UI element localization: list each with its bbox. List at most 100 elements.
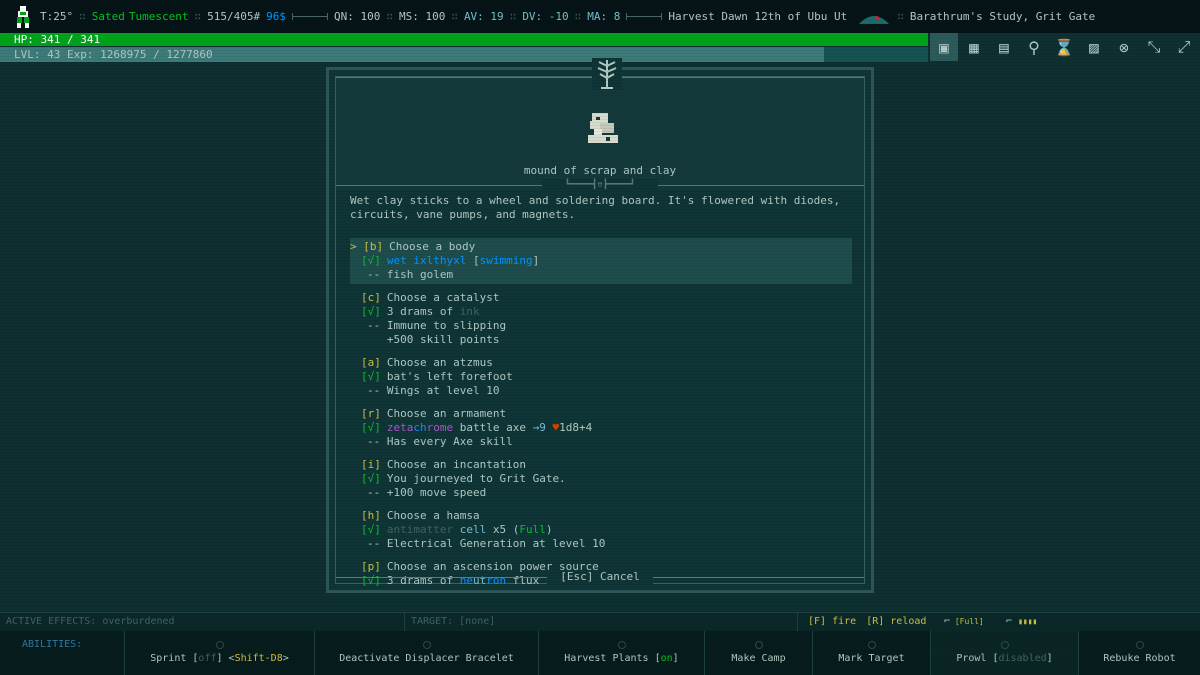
text-fragment: ne — [459, 574, 473, 587]
state-status: Tumescent — [128, 10, 189, 23]
ability-slot-icon — [1135, 641, 1144, 649]
ammo-pips-icon: ▮▮▮▮ — [1018, 617, 1038, 626]
text-fragment: 3 drams of — [386, 305, 460, 318]
ability-mark-target[interactable]: Mark Target — [812, 631, 930, 675]
missile-weapon-slot[interactable]: ⌐ [Full] — [944, 613, 984, 631]
text-fragment: 1d8+4 — [559, 421, 593, 434]
check-icon: [√] — [361, 472, 381, 485]
choice-hotkey: [p] — [361, 560, 381, 573]
text-fragment: swimming — [479, 254, 533, 267]
ability-sprint[interactable]: Sprint [off] <Shift-D8> — [124, 631, 314, 675]
text-fragment: You journeyed to Grit Gate. — [386, 472, 566, 485]
choice-effect: -- Immune to slipping — [367, 319, 507, 332]
text-fragment: battle axe — [453, 421, 533, 434]
weight: 515/405# — [207, 10, 261, 23]
dialog-header: mound of scrap and clay — [336, 58, 864, 190]
choice-item[interactable]: [c] Choose a catalyst [√] 3 drams of ink -- … — [350, 289, 852, 349]
ability-deactivate-displacer-bracelet[interactable]: Deactivate Displacer Bracelet — [314, 631, 538, 675]
choice-hotkey: [r] — [361, 407, 381, 420]
fire-button[interactable]: [F] fire — [808, 616, 856, 627]
character-icon[interactable]: ▨ — [1080, 33, 1108, 61]
choice-item[interactable]: [h] Choose a hamsa [√] antimatter cell x5 (… — [350, 507, 852, 553]
text-fragment: ] — [216, 653, 229, 664]
ability-make-camp[interactable]: Make Camp — [704, 631, 812, 675]
compass-icon[interactable]: ⊗ — [1110, 33, 1138, 61]
choice-effect: -- Electrical Generation at level 10 — [367, 537, 606, 550]
text-fragment: x5 ( — [486, 523, 520, 536]
ability-label: Sprint [off] <Shift-D8> — [150, 653, 289, 664]
text-fragment: off — [198, 653, 217, 664]
choice-hotkey: [h] — [361, 509, 381, 522]
ability-label: Mark Target — [838, 653, 904, 664]
level-label: LVL: 43 Exp: 1268975 / 1277860 — [14, 48, 213, 61]
ability-label: Prowl [disabled] — [956, 653, 1052, 664]
text-fragment: →9 — [532, 421, 553, 434]
text-fragment: ] — [532, 254, 540, 267]
temperature: T:25° — [40, 10, 74, 23]
text-fragment: bat's left forefoot — [386, 370, 513, 383]
scrap-mound-sprite-icon — [586, 111, 622, 154]
location-name: Barathrum's Study, Grit Gate — [909, 10, 1096, 23]
ammo-status: [Full] — [954, 617, 984, 626]
choice-hotkey: > [b] — [350, 240, 384, 253]
auto-travel-icon[interactable]: ⤢ — [1170, 33, 1198, 61]
text-fragment: cell — [459, 523, 487, 536]
ability-slot-icon — [617, 641, 626, 649]
choice-effect: -- Has every Axe skill — [367, 435, 513, 448]
choice-item[interactable]: [r] Choose an armament [√] zetachrome battl… — [350, 405, 852, 451]
ability-label: Make Camp — [731, 653, 785, 664]
experience-bar: LVL: 43 Exp: 1268975 / 1277860 — [0, 47, 928, 62]
calendar-date: Harvest Dawn 12th of Ubu Ut — [668, 10, 848, 23]
text-fragment: ink — [459, 305, 480, 318]
hp-bar: HP: 341 / 341 — [0, 33, 928, 46]
ability-rebuke-robot[interactable]: Rebuke Robot — [1078, 631, 1200, 675]
text-fragment: Deactivate Displacer Bracelet — [339, 653, 514, 664]
object-description: Wet clay sticks to a wheel and soldering… — [350, 194, 841, 221]
choice-effect: -- Wings at level 10 — [367, 384, 500, 397]
choice-effect: +500 skill points — [367, 333, 500, 346]
text-fragment: wet ixlthyxl — [386, 254, 473, 267]
target-label: TARGET: [none] — [411, 616, 496, 627]
abilities-label: ABILITIES: — [22, 639, 83, 650]
choice-item[interactable]: [a] Choose an atzmus [√] bat's left forefoo… — [350, 354, 852, 400]
choice-item[interactable]: [i] Choose an incantation [√] You journeyed… — [350, 456, 852, 502]
wait-icon[interactable]: ⌛ — [1050, 33, 1078, 61]
text-fragment: Sprint — [150, 653, 193, 664]
money: 96$ — [266, 10, 286, 23]
auto-explore-icon[interactable]: ⤡ — [1140, 33, 1168, 61]
look-icon[interactable]: ⚲ — [1020, 33, 1048, 61]
pistol-icon: ⌐ — [1006, 616, 1013, 627]
text-fragment: > — [282, 653, 289, 664]
check-icon: [√] — [361, 254, 381, 267]
choice-effect: -- +100 move speed — [367, 486, 487, 499]
abilities-bar: ABILITIES: Sprint [off] <Shift-D8> Deacti… — [0, 631, 1200, 675]
world-map-icon[interactable]: ▦ — [960, 33, 988, 61]
local-map-icon[interactable]: ▤ — [990, 33, 1018, 61]
text-fragment: 3 drams of — [386, 574, 460, 587]
hp-label: HP: 341 / 341 — [14, 33, 101, 46]
ability-prowl[interactable]: Prowl [disabled] — [930, 631, 1078, 675]
inventory-icon[interactable]: ▣ — [930, 33, 958, 61]
reload-button[interactable]: [R] reload — [866, 616, 926, 627]
check-icon: [√] — [361, 574, 381, 587]
choice-title: Choose a catalyst — [386, 291, 500, 304]
gun-icon: ⌐ — [944, 616, 951, 627]
quickness: QN: 100 — [333, 10, 381, 23]
secondary-weapon-slot[interactable]: ⌐ ▮▮▮▮ — [1006, 613, 1037, 631]
mental-armor: MA: 8 — [587, 10, 621, 23]
build-golem-dialog: mound of scrap and clay ┗━━━━┫⇈┣━━━━┛ We… — [326, 58, 874, 593]
check-icon: [√] — [361, 523, 381, 536]
hunger-status: Sated — [91, 10, 125, 23]
player-avatar[interactable] — [14, 5, 32, 28]
choice-title: Choose an armament — [386, 407, 507, 420]
ability-slot-icon — [867, 641, 876, 649]
text-fragment: zeta — [386, 421, 414, 434]
ability-label: Rebuke Robot — [1103, 653, 1175, 664]
divider — [626, 13, 663, 20]
cancel-button[interactable]: [Esc] Cancel — [547, 570, 653, 584]
choice-hotkey: [c] — [361, 291, 381, 304]
choice-item[interactable]: > [b] Choose a body [√] wet ixlthyxl [swimm… — [350, 238, 852, 284]
text-fragment: disabled — [998, 653, 1047, 664]
ability-harvest-plants[interactable]: Harvest Plants [on] — [538, 631, 704, 675]
effects-bar: ACTIVE EFFECTS: overburdened TARGET: [no… — [0, 612, 1200, 631]
